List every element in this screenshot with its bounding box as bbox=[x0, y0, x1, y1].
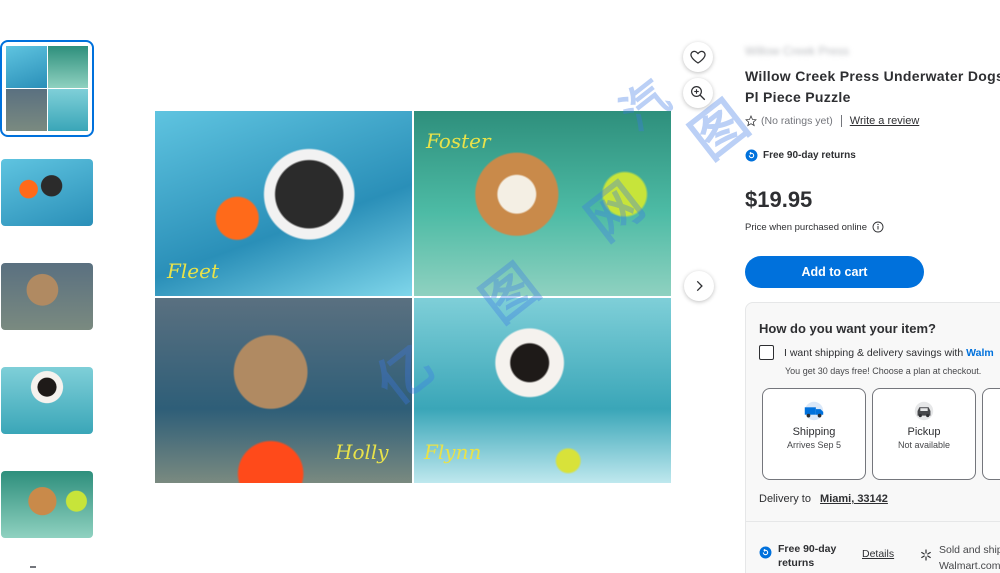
pickup-label: Pickup bbox=[907, 426, 941, 438]
thumbnail-2[interactable] bbox=[1, 159, 93, 226]
returns-row: Free 90-day returns bbox=[759, 542, 848, 570]
price-note-text: Price when purchased online bbox=[745, 221, 867, 233]
image-tile-foster: Foster bbox=[414, 111, 671, 296]
more-thumbnails-indicator bbox=[30, 566, 36, 568]
rating-text: (No ratings yet) bbox=[761, 115, 833, 127]
seller-row: Sold and ship Walmart.com bbox=[920, 542, 1000, 573]
image-label: Flynn bbox=[424, 440, 482, 464]
image-label: Foster bbox=[426, 129, 491, 153]
delivery-location-row: Delivery to Miami, 33142 bbox=[759, 493, 888, 505]
pickup-sub: Not available bbox=[897, 440, 951, 450]
brand-link[interactable]: Willow Creek Press bbox=[745, 44, 849, 58]
add-to-cart-button[interactable]: Add to cart bbox=[745, 256, 924, 288]
thumbnail-4[interactable] bbox=[1, 367, 93, 434]
image-tile-flynn: Flynn bbox=[414, 298, 671, 483]
write-review-link[interactable]: Write a review bbox=[850, 115, 919, 127]
star-icon bbox=[745, 115, 757, 127]
sold-line-2: Walmart.com bbox=[939, 560, 1000, 572]
next-image-button[interactable] bbox=[684, 271, 714, 301]
image-label: Holly bbox=[335, 440, 389, 464]
chevron-right-icon bbox=[696, 280, 703, 292]
main-product-image[interactable]: Fleet Foster Holly Flynn bbox=[155, 111, 671, 483]
shipping-label: Shipping bbox=[792, 426, 836, 438]
walmart-spark-icon bbox=[921, 549, 931, 561]
savings-subtext: You get 30 days free! Choose a plan at c… bbox=[785, 366, 982, 376]
thumbnail-1[interactable] bbox=[0, 40, 94, 137]
image-label: Fleet bbox=[167, 259, 219, 283]
delivery-location-link[interactable]: Miami, 33142 bbox=[820, 493, 888, 505]
price: $19.95 bbox=[745, 187, 813, 212]
savings-checkbox[interactable] bbox=[759, 345, 774, 360]
image-tile-fleet: Fleet bbox=[155, 111, 412, 296]
returns-badge-label: Free 90-day returns bbox=[763, 150, 856, 161]
heart-icon bbox=[690, 50, 706, 64]
sold-line-1: Sold and ship bbox=[939, 544, 1000, 556]
savings-label: I want shipping & delivery savings with … bbox=[784, 346, 994, 359]
thumbnail-3[interactable] bbox=[1, 263, 93, 330]
details-link[interactable]: Details bbox=[862, 548, 894, 560]
price-note: Price when purchased online bbox=[745, 221, 884, 233]
zoom-button[interactable] bbox=[683, 78, 713, 108]
rating-divider bbox=[840, 115, 842, 127]
car-icon bbox=[914, 401, 934, 421]
divider bbox=[746, 521, 1000, 522]
image-tile-holly: Holly bbox=[155, 298, 412, 483]
savings-checkbox-row[interactable]: I want shipping & delivery savings with … bbox=[759, 345, 994, 360]
returns-icon bbox=[759, 546, 772, 559]
info-icon[interactable] bbox=[872, 221, 884, 233]
returns-badge: Free 90-day returns bbox=[745, 149, 856, 162]
thumbnail-5[interactable] bbox=[1, 471, 93, 538]
shipping-sub: Arrives Sep 5 bbox=[786, 440, 842, 450]
shipping-option[interactable]: Shipping Arrives Sep 5 bbox=[762, 388, 866, 480]
pickup-option[interactable]: Pickup Not available bbox=[872, 388, 976, 480]
delivery-prefix: Delivery to bbox=[759, 493, 811, 505]
fulfillment-card: How do you want your item? I want shippi… bbox=[745, 302, 1000, 573]
truck-icon bbox=[804, 401, 824, 421]
delivery-option[interactable] bbox=[982, 388, 1000, 480]
returns-icon bbox=[745, 149, 758, 162]
product-title: Willow Creek Press Underwater Dogs: Pl P… bbox=[745, 68, 1000, 105]
returns-label: Free 90-day returns bbox=[778, 543, 837, 569]
fulfillment-title: How do you want your item? bbox=[759, 321, 936, 336]
favorite-button[interactable] bbox=[683, 42, 713, 72]
zoom-in-icon bbox=[691, 86, 706, 101]
rating-row: (No ratings yet) Write a review bbox=[745, 115, 919, 127]
seller-text: Sold and ship Walmart.com bbox=[939, 542, 1000, 573]
